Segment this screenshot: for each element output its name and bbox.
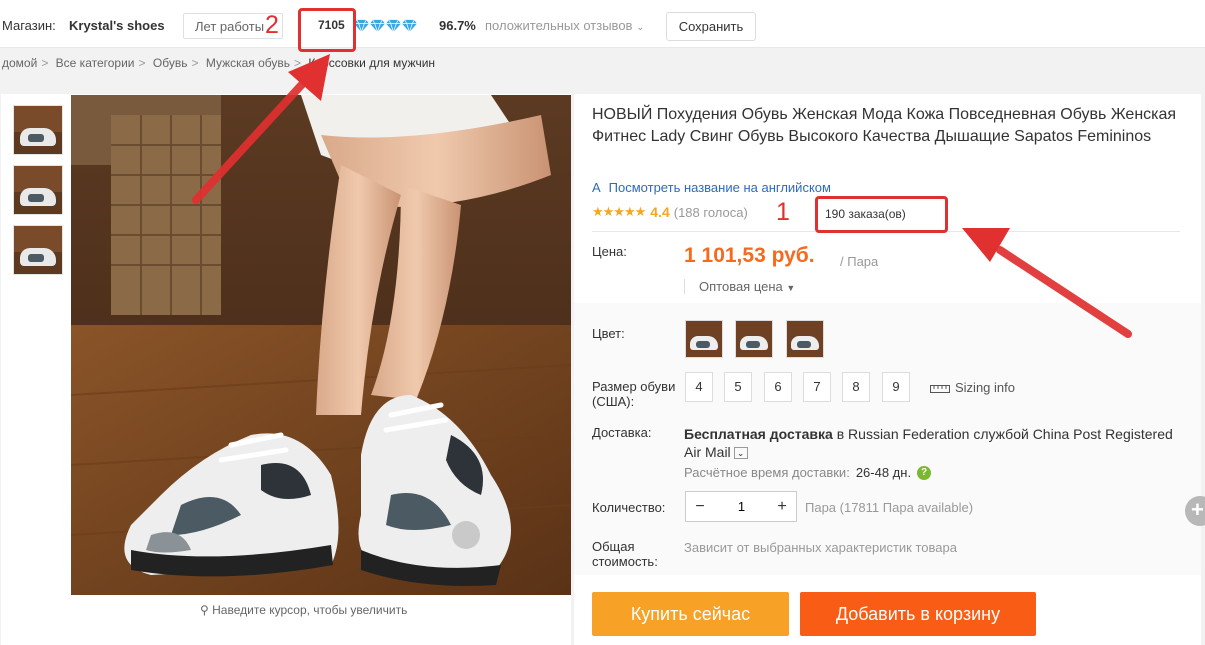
size-label: Размер обуви (США): [592, 379, 676, 409]
annotation-number-2: 2 [265, 11, 279, 39]
quantity-decrease-button[interactable]: − [686, 498, 714, 516]
thumbnail-2[interactable] [13, 165, 63, 215]
save-store-button[interactable]: Сохранить [666, 12, 756, 41]
size-option-8[interactable]: 8 [842, 372, 870, 402]
annotation-box-score [298, 8, 356, 52]
store-rank-diamonds [354, 19, 417, 32]
quantity-increase-button[interactable]: + [768, 498, 796, 516]
caret-down-icon: ▼ [786, 283, 796, 293]
breadcrumb-current[interactable]: Кроссовки для мужчин [308, 56, 435, 70]
wholesale-price-dropdown[interactable]: Оптовая цена ▼ [684, 279, 795, 294]
quantity-input[interactable] [714, 493, 768, 520]
delivery-estimate: Расчётное время доставки: 26-48 дн. ? [684, 465, 932, 480]
add-to-cart-button[interactable]: Добавить в корзину [800, 592, 1036, 636]
product-info: НОВЫЙ Похудения Обувь Женская Мода Кожа … [574, 94, 1201, 645]
translate-title-link[interactable]: А Посмотреть название на английском [592, 180, 831, 195]
diamond-icon [402, 19, 417, 32]
rating-stars-icon: ★★★★★ [592, 204, 646, 219]
main-product-image[interactable] [71, 95, 571, 595]
shipping-label: Доставка: [592, 425, 652, 440]
rating-row[interactable]: ★★★★★ 4.4 (188 голоса) [592, 204, 748, 220]
shipping-info: Бесплатная доставка в Russian Federation… [684, 425, 1184, 461]
zoom-hint: ⚲ Наведите курсор, чтобы увеличить [200, 603, 407, 617]
rating-votes: (188 голоса) [673, 204, 748, 220]
size-option-4[interactable]: 4 [685, 372, 713, 402]
size-option-6[interactable]: 6 [764, 372, 792, 402]
breadcrumb-separator: > [138, 56, 146, 70]
quantity-label: Количество: [592, 500, 666, 515]
annotation-box-orders [815, 196, 948, 233]
breadcrumb-separator: > [41, 56, 49, 70]
breadcrumb-separator: > [191, 56, 199, 70]
thumbnail-3[interactable] [13, 225, 63, 275]
total-value: Зависит от выбранных характеристик товар… [684, 540, 957, 555]
total-label: Общая стоимость: [592, 539, 658, 569]
store-header: Магазин: Krystal's shoes Лет работы 7105… [0, 0, 1205, 48]
positive-feedback-percent: 96.7% [439, 18, 476, 33]
breadcrumb-all-categories[interactable]: Все категории [56, 56, 135, 70]
color-label: Цвет: [592, 326, 625, 341]
breadcrumb-mens-shoes[interactable]: Мужская обувь [206, 56, 290, 70]
store-name[interactable]: Krystal's shoes [69, 18, 165, 33]
wholesale-label: Оптовая цена [699, 279, 783, 294]
price-unit: / Пара [840, 254, 879, 269]
product-title: НОВЫЙ Похудения Обувь Женская Мода Кожа … [592, 106, 1177, 145]
diamond-icon [370, 19, 385, 32]
breadcrumb-shoes[interactable]: Обувь [153, 56, 188, 70]
help-icon[interactable]: ? [917, 465, 932, 480]
price-label: Цена: [592, 244, 627, 259]
price-value: 1 101,53 руб. [684, 244, 815, 267]
available-quantity: Пара (17811 Пара available) [805, 500, 974, 515]
diamond-icon [354, 19, 369, 32]
sizing-info-text: Sizing info [955, 380, 1015, 395]
shipping-dropdown-icon[interactable]: ⌄ [733, 447, 748, 460]
shipping-free: Бесплатная доставка [684, 426, 833, 442]
quantity-stepper: − + [685, 491, 797, 522]
store-label: Магазин: [2, 18, 56, 33]
eta-label: Расчётное время доставки: [684, 465, 850, 480]
eta-days: 26-48 дн. [855, 465, 912, 480]
zoom-hint-text: Наведите курсор, чтобы увеличить [212, 603, 408, 617]
breadcrumb-separator: > [294, 56, 302, 70]
size-option-5[interactable]: 5 [724, 372, 752, 402]
magnifier-icon: ⚲ [200, 603, 209, 617]
feedback-dropdown[interactable]: положительных отзывов ⌄ [485, 18, 644, 33]
product-gallery: ⚲ Наведите курсор, чтобы увеличить [1, 94, 571, 645]
rating-value: 4.4 [650, 204, 670, 220]
diamond-icon [386, 19, 401, 32]
breadcrumb: домой > Все категории > Обувь > Мужская обу… [2, 56, 435, 70]
translate-link-text: Посмотреть название на английском [608, 180, 831, 195]
color-swatch-1[interactable] [685, 320, 723, 358]
buy-now-button[interactable]: Купить сейчас [592, 592, 789, 636]
sizing-info-link[interactable]: Sizing info [930, 380, 1015, 395]
color-swatch-2[interactable] [735, 320, 773, 358]
size-option-7[interactable]: 7 [803, 372, 831, 402]
ruler-icon [930, 384, 950, 393]
annotation-number-1: 1 [776, 198, 790, 226]
feedback-label: положительных отзывов [485, 18, 633, 33]
chevron-down-icon: ⌄ [636, 22, 645, 33]
color-swatch-3[interactable] [786, 320, 824, 358]
translate-icon: А [592, 180, 601, 195]
size-option-9[interactable]: 9 [882, 372, 910, 402]
breadcrumb-home[interactable]: домой [2, 56, 37, 70]
thumbnail-1[interactable] [13, 105, 63, 155]
